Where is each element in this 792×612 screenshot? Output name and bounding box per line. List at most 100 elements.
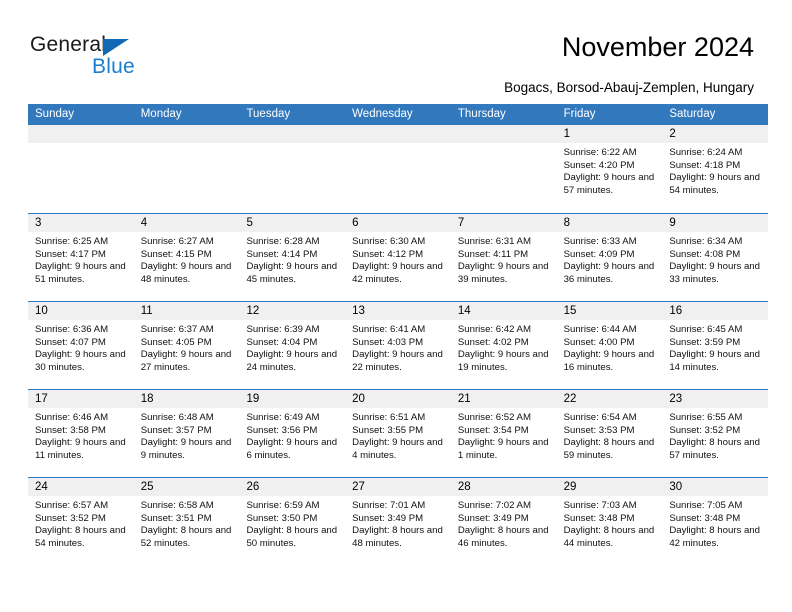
day-cell[interactable]: 27 Sunrise: 7:01 AM Sunset: 3:49 PM Dayligh… [345, 478, 451, 565]
day-cell[interactable]: 4 Sunrise: 6:27 AM Sunset: 4:15 PM Daylight… [133, 214, 240, 301]
sunrise-text: Sunrise: 6:44 AM [563, 324, 637, 335]
day-cell[interactable]: 5 Sunrise: 6:28 AM Sunset: 4:14 PM Daylight… [239, 214, 346, 301]
sunset-text: Sunset: 4:07 PM [35, 336, 106, 348]
day-details: Sunrise: 6:48 AM Sunset: 3:57 PM Daylight:… [134, 408, 240, 462]
day-cell[interactable]: 3 Sunrise: 6:25 AM Sunset: 4:17 PM Daylight… [28, 214, 134, 301]
daylight-text: Daylight: 9 hours and 19 minutes. [457, 349, 549, 373]
page-subtitle: Bogacs, Borsod-Abauj-Zemplen, Hungary [504, 80, 754, 95]
day-number: 27 [345, 478, 451, 496]
day-number: 16 [662, 302, 769, 320]
sunset-text: Sunset: 3:55 PM [352, 424, 424, 436]
day-cell[interactable]: 7 Sunrise: 6:31 AM Sunset: 4:11 PM Daylight… [450, 214, 557, 301]
sunset-text: Sunset: 4:05 PM [140, 336, 212, 348]
day-number: 17 [28, 390, 134, 408]
day-details: Sunrise: 6:59 AM Sunset: 3:50 PM Daylight:… [239, 496, 345, 550]
sunset-text: Sunset: 3:50 PM [246, 512, 318, 524]
sunset-text: Sunset: 4:12 PM [352, 248, 424, 260]
day-details: Sunrise: 6:51 AM Sunset: 3:55 PM Daylight:… [345, 408, 451, 462]
day-cell[interactable]: 23 Sunrise: 6:55 AM Sunset: 3:52 PM Dayligh… [662, 390, 769, 477]
sunset-text: Sunset: 4:09 PM [563, 248, 635, 260]
sunset-text: Sunset: 4:18 PM [669, 159, 741, 171]
sunset-text: Sunset: 3:56 PM [246, 424, 318, 436]
day-cell[interactable]: 30 Sunrise: 7:05 AM Sunset: 3:48 PM Dayligh… [662, 478, 769, 565]
day-number: 29 [556, 478, 663, 496]
day-cell[interactable]: 8 Sunrise: 6:33 AM Sunset: 4:09 PM Daylight… [556, 214, 663, 301]
page-header: General Blue November 2024 Bogacs, Borso… [0, 0, 792, 100]
sunrise-text: Sunrise: 6:30 AM [352, 236, 426, 247]
day-cell[interactable]: 2 Sunrise: 6:24 AM Sunset: 4:18 PM Daylight… [662, 125, 769, 213]
day-number: 13 [345, 302, 451, 320]
day-cell[interactable]: 20 Sunrise: 6:51 AM Sunset: 3:55 PM Dayligh… [345, 390, 451, 477]
calendar-week-row: 17 Sunrise: 6:46 AM Sunset: 3:58 PM Dayligh… [28, 389, 769, 477]
day-cell[interactable]: 28 Sunrise: 7:02 AM Sunset: 3:49 PM Dayligh… [450, 478, 557, 565]
daylight-text: Daylight: 8 hours and 46 minutes. [457, 525, 549, 549]
sunset-text: Sunset: 3:52 PM [669, 424, 741, 436]
day-number: 23 [662, 390, 769, 408]
day-cell[interactable]: 6 Sunrise: 6:30 AM Sunset: 4:12 PM Daylight… [345, 214, 451, 301]
day-cell[interactable]: 1 Sunrise: 6:22 AM Sunset: 4:20 PM Daylight… [556, 125, 663, 213]
sunset-text: Sunset: 3:48 PM [563, 512, 635, 524]
day-cell-empty [133, 125, 240, 213]
day-number: 30 [662, 478, 769, 496]
day-cell[interactable]: 10 Sunrise: 6:36 AM Sunset: 4:07 PM Dayligh… [28, 302, 134, 389]
day-cell[interactable]: 18 Sunrise: 6:48 AM Sunset: 3:57 PM Dayligh… [133, 390, 240, 477]
sunrise-text: Sunrise: 6:45 AM [669, 324, 743, 335]
day-cell[interactable]: 21 Sunrise: 6:52 AM Sunset: 3:54 PM Dayligh… [450, 390, 557, 477]
sunset-text: Sunset: 4:14 PM [246, 248, 318, 260]
day-cell[interactable]: 12 Sunrise: 6:39 AM Sunset: 4:04 PM Dayligh… [239, 302, 346, 389]
day-cell[interactable]: 29 Sunrise: 7:03 AM Sunset: 3:48 PM Dayligh… [556, 478, 663, 565]
sunrise-text: Sunrise: 6:58 AM [140, 500, 214, 511]
sunset-text: Sunset: 3:51 PM [140, 512, 212, 524]
day-number: 7 [450, 214, 557, 232]
sunrise-text: Sunrise: 7:05 AM [669, 500, 743, 511]
sunrise-text: Sunrise: 6:27 AM [140, 236, 214, 247]
brand-logo[interactable]: General Blue [30, 33, 180, 81]
daylight-text: Daylight: 9 hours and 45 minutes. [246, 261, 338, 285]
day-cell[interactable]: 16 Sunrise: 6:45 AM Sunset: 3:59 PM Dayligh… [662, 302, 769, 389]
day-number: 24 [28, 478, 134, 496]
daylight-text: Daylight: 8 hours and 50 minutes. [246, 525, 338, 549]
day-cell[interactable]: 24 Sunrise: 6:57 AM Sunset: 3:52 PM Dayligh… [28, 478, 134, 565]
day-number: 3 [28, 214, 134, 232]
day-details: Sunrise: 7:01 AM Sunset: 3:49 PM Daylight:… [345, 496, 451, 550]
sunset-text: Sunset: 4:02 PM [457, 336, 529, 348]
sunrise-text: Sunrise: 6:33 AM [563, 236, 637, 247]
day-cell-empty [450, 125, 557, 213]
day-details: Sunrise: 7:05 AM Sunset: 3:48 PM Daylight:… [662, 496, 768, 550]
day-number: 10 [28, 302, 134, 320]
day-details: Sunrise: 6:44 AM Sunset: 4:00 PM Daylight:… [557, 320, 663, 374]
day-details: Sunrise: 6:41 AM Sunset: 4:03 PM Daylight:… [345, 320, 451, 374]
weekday-header-monday: Monday [140, 108, 182, 120]
day-cell[interactable]: 11 Sunrise: 6:37 AM Sunset: 4:05 PM Dayligh… [133, 302, 240, 389]
daylight-text: Daylight: 9 hours and 39 minutes. [457, 261, 549, 285]
sunrise-text: Sunrise: 6:49 AM [246, 412, 320, 423]
sunrise-text: Sunrise: 6:25 AM [35, 236, 109, 247]
sunset-text: Sunset: 4:17 PM [35, 248, 106, 260]
day-cell[interactable]: 22 Sunrise: 6:54 AM Sunset: 3:53 PM Dayligh… [556, 390, 663, 477]
daylight-text: Daylight: 8 hours and 52 minutes. [140, 525, 232, 549]
day-cell[interactable]: 17 Sunrise: 6:46 AM Sunset: 3:58 PM Dayligh… [28, 390, 134, 477]
day-cell[interactable]: 9 Sunrise: 6:34 AM Sunset: 4:08 PM Daylight… [662, 214, 769, 301]
day-cell[interactable]: 15 Sunrise: 6:44 AM Sunset: 4:00 PM Dayligh… [556, 302, 663, 389]
day-cell[interactable]: 14 Sunrise: 6:42 AM Sunset: 4:02 PM Dayligh… [450, 302, 557, 389]
day-number: 5 [239, 214, 346, 232]
day-number: 21 [450, 390, 557, 408]
weekday-header-sunday: Sunday [35, 108, 75, 120]
day-cell[interactable]: 26 Sunrise: 6:59 AM Sunset: 3:50 PM Dayligh… [239, 478, 346, 565]
sunrise-text: Sunrise: 6:22 AM [563, 147, 637, 158]
daylight-text: Daylight: 8 hours and 42 minutes. [669, 525, 760, 549]
daylight-text: Daylight: 8 hours and 48 minutes. [352, 525, 443, 549]
day-details: Sunrise: 6:28 AM Sunset: 4:14 PM Daylight:… [239, 232, 345, 286]
day-details: Sunrise: 6:25 AM Sunset: 4:17 PM Daylight:… [28, 232, 134, 286]
daylight-text: Daylight: 9 hours and 1 minute. [457, 437, 549, 461]
day-cell[interactable]: 13 Sunrise: 6:41 AM Sunset: 4:03 PM Dayligh… [345, 302, 451, 389]
day-number: 2 [662, 125, 769, 143]
sunset-text: Sunset: 3:49 PM [352, 512, 424, 524]
daylight-text: Daylight: 8 hours and 44 minutes. [563, 525, 655, 549]
sunrise-text: Sunrise: 6:48 AM [140, 412, 214, 423]
day-cell[interactable]: 25 Sunrise: 6:58 AM Sunset: 3:51 PM Dayligh… [133, 478, 240, 565]
sunset-text: Sunset: 4:20 PM [563, 159, 635, 171]
daylight-text: Daylight: 9 hours and 9 minutes. [140, 437, 232, 461]
day-details: Sunrise: 6:24 AM Sunset: 4:18 PM Daylight:… [662, 143, 768, 197]
day-cell[interactable]: 19 Sunrise: 6:49 AM Sunset: 3:56 PM Dayligh… [239, 390, 346, 477]
